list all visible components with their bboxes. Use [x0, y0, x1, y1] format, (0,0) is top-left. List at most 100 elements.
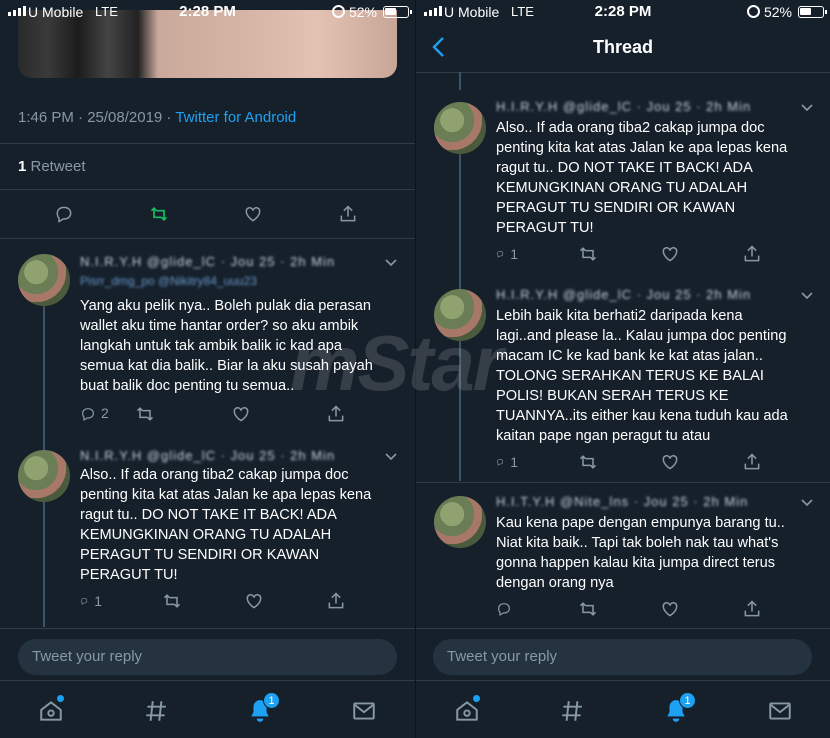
reply-line: penting kita kat atas Jalan ke apa lepas… [496, 140, 788, 156]
share-button[interactable] [326, 591, 348, 611]
battery-percent: 52% [348, 4, 377, 20]
like-button[interactable] [243, 204, 265, 224]
retweet-button[interactable] [149, 204, 171, 224]
reply-button[interactable]: 1 [496, 452, 518, 472]
reply-actions: 1 [80, 591, 348, 611]
status-bar: U Mobile LTE 2:28 PM 52% [416, 0, 830, 24]
like-button[interactable] [660, 244, 682, 264]
chevron-down-icon[interactable] [799, 494, 815, 510]
mail-icon[interactable] [767, 698, 793, 724]
divider [0, 189, 415, 190]
divider [0, 143, 415, 144]
retweet-icon [579, 602, 597, 616]
retweet-button[interactable] [135, 404, 157, 424]
reply-input[interactable]: Tweet your reply [433, 639, 812, 675]
reply-line: macam IC ke kad bank ke kat atas jalan.. [496, 348, 763, 364]
reply-input[interactable]: Tweet your reply [18, 639, 397, 675]
main-tweet-actions [54, 204, 360, 224]
heart-icon [662, 601, 678, 617]
retweet-icon [150, 206, 167, 222]
retweet-icon [579, 247, 597, 261]
share-icon [744, 245, 760, 262]
reply-author[interactable]: N.I.R.Y.H @glide_lC · Jou 25 · 2h Min [80, 448, 335, 463]
divider [0, 628, 415, 629]
reply-count: 1 [510, 246, 518, 262]
reply-line: Also.. If ada orang tiba2 cakap jumpa do… [80, 467, 349, 483]
reply-line: ragut tu.. DO NOT TAKE IT BACK! ADA [80, 507, 337, 523]
retweet-label: Retweet [26, 158, 86, 175]
share-icon [328, 592, 344, 609]
bottom-nav: 1 [0, 690, 415, 730]
retweet-button[interactable] [578, 244, 600, 264]
heart-icon [246, 593, 262, 609]
share-button[interactable] [338, 204, 360, 224]
hashtag-icon[interactable] [143, 698, 169, 724]
reply-author[interactable]: H.I.R.Y.H @glide_lC · Jou 25 · 2h Min [496, 99, 751, 114]
watermark: mStar [290, 319, 503, 407]
avatar[interactable] [18, 450, 70, 502]
like-button[interactable] [244, 591, 266, 611]
reply-author[interactable]: N.I.R.Y.H @glide_lC · Jou 25 · 2h Min [80, 254, 335, 269]
chevron-down-icon[interactable] [383, 448, 399, 464]
reply-icon [81, 597, 88, 605]
retweet-icon [137, 407, 154, 421]
reply-text: Lebih baik kita berhati2 daripada kena l… [496, 306, 788, 446]
avatar[interactable] [18, 254, 70, 306]
like-button[interactable] [660, 599, 682, 619]
retweet-count-line[interactable]: 1 Retweet [18, 158, 86, 175]
heart-icon [245, 206, 261, 222]
mail-icon[interactable] [351, 698, 377, 724]
share-icon [744, 600, 760, 617]
thread-connector [43, 502, 45, 627]
tweet-source-link[interactable]: Twitter for Android [175, 109, 296, 126]
avatar[interactable] [434, 102, 486, 154]
chevron-down-icon[interactable] [799, 99, 815, 115]
share-icon [340, 205, 356, 222]
notification-badge: 1 [679, 692, 696, 709]
reply-text: Also.. If ada orang tiba2 cakap jumpa do… [80, 465, 371, 585]
reply-author[interactable]: H.I.R.Y.H @glide_lC · Jou 25 · 2h Min [496, 287, 751, 302]
divider [0, 238, 415, 239]
chevron-down-icon[interactable] [383, 254, 399, 270]
home-unread-dot [473, 695, 480, 702]
share-button[interactable] [742, 452, 764, 472]
retweet-button[interactable] [578, 452, 600, 472]
avatar[interactable] [434, 496, 486, 548]
reply-button[interactable] [496, 599, 518, 619]
bottom-nav: 1 [416, 690, 830, 730]
reply-button[interactable]: 1 [80, 591, 102, 611]
divider [416, 72, 830, 73]
retweet-button[interactable] [162, 591, 184, 611]
reply-line: PERAGUT TU SENDIRI OR KAWAN [80, 547, 320, 563]
reply-icon [56, 206, 72, 223]
retweet-count: 2 [101, 405, 109, 421]
share-button[interactable] [742, 599, 764, 619]
home-unread-dot [57, 695, 64, 702]
reply-author[interactable]: H.I.T.Y.H @Nite_lns · Jou 25 · 2h Min [496, 494, 748, 509]
notification-badge: 1 [263, 692, 280, 709]
reply-line: Niat kita baik.. Tapi tak boleh nak tau … [496, 535, 779, 551]
page-title: Thread [592, 37, 653, 57]
battery-icon [383, 6, 412, 18]
share-button[interactable] [742, 244, 764, 264]
reply-line: TOLONG SERAHKAN TERUS KE BALAI [496, 368, 764, 384]
retweet-button[interactable] [578, 599, 600, 619]
thread-connector [459, 154, 461, 276]
like-button[interactable] [231, 404, 253, 424]
thread-connector [459, 276, 461, 290]
reply-line: Also.. If ada orang tiba2 cakap jumpa do… [496, 120, 765, 136]
reply-count: 1 [510, 454, 518, 470]
reply-actions: 1 [496, 452, 764, 472]
reply-handle[interactable]: Pisrr_dmg_po @Nikitry84_uuu23 [80, 274, 257, 288]
hashtag-icon[interactable] [559, 698, 585, 724]
like-button[interactable] [660, 452, 682, 472]
reply-line: Yang aku pelik nya.. Boleh pulak dia per… [80, 298, 371, 314]
reply-button[interactable] [80, 404, 102, 424]
reply-count: 1 [94, 593, 102, 609]
heart-icon [662, 246, 678, 262]
reply-button[interactable]: 1 [496, 244, 518, 264]
reply-line: TUANNYA..its either kau kena tuduh kau a… [496, 408, 788, 424]
chevron-down-icon[interactable] [799, 287, 815, 303]
divider [0, 680, 415, 681]
reply-button[interactable] [54, 204, 76, 224]
